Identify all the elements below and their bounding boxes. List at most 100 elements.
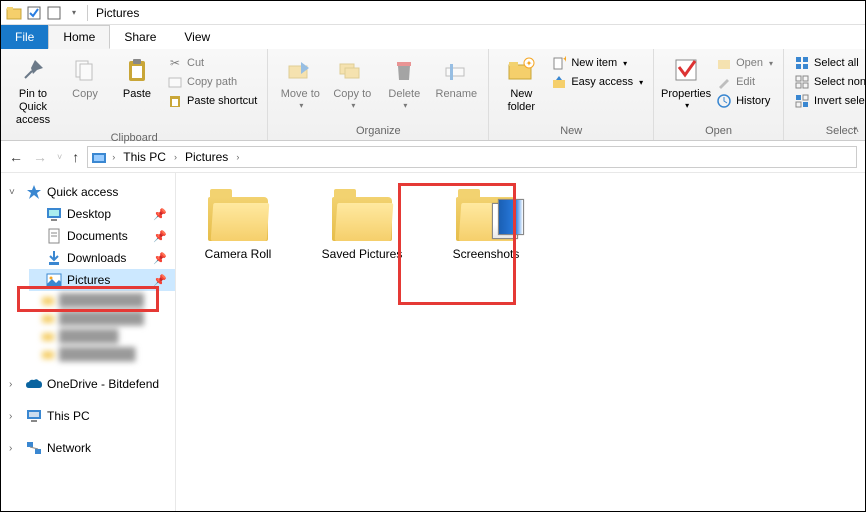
- breadcrumb-icon: [90, 149, 108, 165]
- new-item-button[interactable]: ✦New item▾: [547, 54, 647, 72]
- downloads-icon: [45, 250, 63, 266]
- this-pc-icon: [25, 408, 43, 424]
- ribbon: Pin to Quick access Copy Paste ✂Cut Copy…: [1, 49, 865, 141]
- tab-share[interactable]: Share: [110, 25, 170, 49]
- select-all-button[interactable]: Select all: [790, 54, 866, 72]
- new-folder-icon: ✦: [505, 54, 537, 86]
- network-icon: [25, 440, 43, 456]
- window-title: Pictures: [96, 6, 139, 20]
- svg-text:✦: ✦: [562, 56, 566, 64]
- pin-icon: 📌: [153, 252, 167, 265]
- qat-dropdown-icon[interactable]: [45, 4, 63, 22]
- new-folder-button[interactable]: ✦ New folder: [495, 52, 547, 116]
- breadcrumb-sep[interactable]: ›: [108, 152, 119, 162]
- qat-customize-icon[interactable]: ▾: [65, 4, 83, 22]
- pin-icon: 📌: [153, 230, 167, 243]
- breadcrumb-pictures[interactable]: Pictures: [181, 150, 232, 164]
- breadcrumb-sep[interactable]: ›: [232, 152, 243, 162]
- nav-network[interactable]: › Network: [1, 437, 175, 459]
- group-label-new: New: [495, 123, 647, 140]
- history-icon: [716, 93, 732, 109]
- nav-back-button[interactable]: ←: [9, 149, 23, 165]
- chevron-right-icon[interactable]: ›: [9, 411, 21, 422]
- edit-button[interactable]: Edit: [712, 73, 777, 91]
- nav-onedrive[interactable]: › OneDrive - Bitdefend: [1, 373, 175, 395]
- divider: [87, 5, 88, 21]
- scissors-icon: ✂: [167, 55, 183, 71]
- paste-shortcut-button[interactable]: Paste shortcut: [163, 92, 261, 110]
- paste-shortcut-icon: [167, 93, 183, 109]
- breadcrumb-sep[interactable]: ›: [170, 152, 181, 162]
- nav-quick-access[interactable]: ˅ Quick access: [1, 181, 175, 203]
- pin-icon: 📌: [153, 274, 167, 287]
- copy-path-icon: [167, 74, 183, 90]
- select-all-icon: [794, 55, 810, 71]
- tab-home[interactable]: Home: [48, 25, 110, 49]
- rename-icon: [440, 54, 472, 86]
- copy-path-button[interactable]: Copy path: [163, 73, 261, 91]
- breadcrumb-this-pc[interactable]: This PC: [119, 150, 170, 164]
- copy-to-button[interactable]: Copy to▾: [326, 52, 378, 113]
- nav-recent-button[interactable]: ˅: [57, 152, 62, 162]
- ribbon-collapse-button[interactable]: ˄: [853, 125, 859, 136]
- nav-desktop[interactable]: Desktop 📌: [29, 203, 175, 225]
- ribbon-group-clipboard: Pin to Quick access Copy Paste ✂Cut Copy…: [1, 49, 268, 140]
- navigation-pane: ˅ Quick access Desktop 📌 Documents 📌: [1, 173, 176, 511]
- new-item-icon: ✦: [551, 55, 567, 71]
- breadcrumb[interactable]: › This PC › Pictures ›: [87, 146, 857, 168]
- group-label-open: Open: [660, 123, 777, 140]
- pin-to-quick-access-button[interactable]: Pin to Quick access: [7, 52, 59, 130]
- nav-up-button[interactable]: ↑: [72, 149, 79, 165]
- quick-access-toolbar: ▾: [5, 4, 83, 22]
- rename-button[interactable]: Rename: [430, 52, 482, 103]
- folder-saved-pictures[interactable]: Saved Pictures: [312, 189, 412, 261]
- open-button[interactable]: Open▾: [712, 54, 777, 72]
- quick-access-icon: [25, 184, 43, 200]
- cut-button[interactable]: ✂Cut: [163, 54, 261, 72]
- copy-icon: [69, 54, 101, 86]
- folder-icon: [206, 189, 270, 241]
- svg-text:✦: ✦: [526, 59, 533, 68]
- copy-to-icon: [336, 54, 368, 86]
- folder-icon: [330, 189, 394, 241]
- properties-button[interactable]: Properties▾: [660, 52, 712, 113]
- select-none-icon: [794, 74, 810, 90]
- easy-access-button[interactable]: Easy access▾: [547, 73, 647, 91]
- annotation-highlight: [17, 286, 159, 312]
- tab-file[interactable]: File: [1, 25, 48, 49]
- nav-documents[interactable]: Documents 📌: [29, 225, 175, 247]
- invert-icon: [794, 93, 810, 109]
- group-label-clipboard: Clipboard: [7, 130, 261, 147]
- nav-downloads[interactable]: Downloads 📌: [29, 247, 175, 269]
- ribbon-group-open: Properties▾ Open▾ Edit History Open: [654, 49, 784, 140]
- delete-button[interactable]: Delete▾: [378, 52, 430, 113]
- tab-view[interactable]: View: [170, 25, 224, 49]
- folder-app-icon: [5, 4, 23, 22]
- open-icon: [716, 55, 732, 71]
- annotation-highlight: [398, 183, 516, 305]
- documents-icon: [45, 228, 63, 244]
- copy-button[interactable]: Copy: [59, 52, 111, 103]
- select-none-button[interactable]: Select none: [790, 73, 866, 91]
- easy-access-icon: [551, 74, 567, 90]
- nav-forward-button[interactable]: →: [33, 149, 47, 165]
- move-to-icon: [284, 54, 316, 86]
- invert-selection-button[interactable]: Invert selection: [790, 92, 866, 110]
- folder-camera-roll[interactable]: Camera Roll: [188, 189, 288, 261]
- paste-button[interactable]: Paste: [111, 52, 163, 103]
- history-button[interactable]: History: [712, 92, 777, 110]
- chevron-down-icon[interactable]: ˅: [9, 187, 21, 198]
- paste-icon: [121, 54, 153, 86]
- file-list[interactable]: Camera Roll Saved Pictures Screenshots: [176, 173, 865, 511]
- edit-icon: [716, 74, 732, 90]
- group-label-organize: Organize: [274, 123, 482, 140]
- pin-icon: 📌: [153, 208, 167, 221]
- qat-checkbox-icon[interactable]: [25, 4, 43, 22]
- ribbon-group-new: ✦ New folder ✦New item▾ Easy access▾ New: [489, 49, 654, 140]
- nav-this-pc[interactable]: › This PC: [1, 405, 175, 427]
- desktop-icon: [45, 206, 63, 222]
- move-to-button[interactable]: Move to▾: [274, 52, 326, 113]
- chevron-right-icon[interactable]: ›: [9, 443, 21, 454]
- chevron-right-icon[interactable]: ›: [9, 379, 21, 390]
- onedrive-icon: [25, 376, 43, 392]
